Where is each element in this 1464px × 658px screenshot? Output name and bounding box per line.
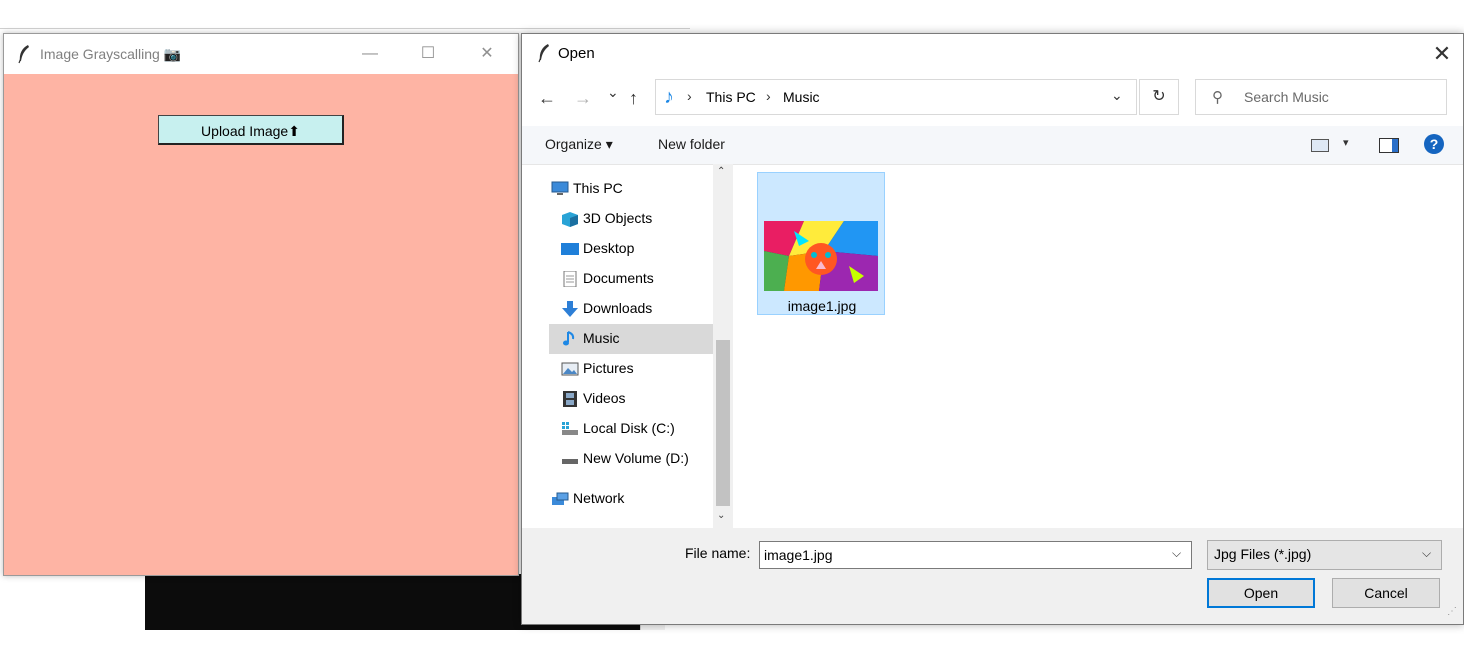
maximize-button[interactable]: ☐ <box>405 40 451 68</box>
nav-item-pictures[interactable]: Pictures <box>549 354 733 384</box>
preview-pane-icon[interactable] <box>1379 138 1399 153</box>
nav-item-label: Pictures <box>583 360 634 376</box>
dialog-toolbar: Organize ▾ New folder ▾ ? <box>522 126 1463 165</box>
tk-feather-icon <box>538 44 549 63</box>
music-note-icon: ♪ <box>664 86 674 108</box>
nav-item-documents[interactable]: Documents <box>549 264 733 294</box>
film-icon <box>563 391 577 407</box>
nav-item-label: Documents <box>583 270 654 286</box>
nav-item-label: Network <box>573 490 625 506</box>
search-input[interactable] <box>1244 85 1434 109</box>
address-dropdown-icon[interactable]: ⌄ <box>1111 87 1123 104</box>
network-icon <box>552 492 569 505</box>
picture-icon <box>561 362 579 376</box>
nav-item-3d-objects[interactable]: 3D Objects <box>549 204 733 234</box>
view-options-dropdown-icon[interactable]: ▾ <box>1343 136 1349 149</box>
nav-pane-scrollbar[interactable]: ⌃ ⌄ <box>713 164 733 528</box>
file-type-select[interactable]: Jpg Files (*.jpg) ⌵ <box>1207 540 1442 570</box>
nav-item-new-volume[interactable]: New Volume (D:) <box>549 444 733 474</box>
tk-app-window: Image Grayscalling 📷 — ☐ ✕ Upload Image⬆ <box>3 33 519 576</box>
breadcrumb-music[interactable]: Music <box>783 89 820 105</box>
nav-item-this-pc[interactable]: This PC <box>549 174 733 204</box>
nav-item-label: This PC <box>573 180 623 196</box>
change-view-icon[interactable] <box>1311 139 1329 152</box>
file-name-field-label: File name: <box>685 545 751 561</box>
dialog-close-button[interactable]: ✕ <box>1422 37 1462 71</box>
new-folder-button[interactable]: New folder <box>658 136 725 152</box>
nav-item-downloads[interactable]: Downloads <box>549 294 733 324</box>
drive-icon <box>562 422 578 435</box>
desktop-icon <box>561 243 579 255</box>
file-name-input[interactable] <box>764 545 1164 565</box>
file-name-combobox[interactable]: ⌵ <box>759 541 1192 569</box>
nav-item-label: 3D Objects <box>583 210 653 226</box>
tk-titlebar[interactable]: Image Grayscalling 📷 — ☐ ✕ <box>4 34 518 74</box>
tk-client-area: Upload Image⬆ <box>4 74 518 575</box>
recent-locations-chevron-icon[interactable]: ⌄ <box>607 84 619 101</box>
tk-window-title: Image Grayscalling 📷 <box>40 46 182 62</box>
nav-item-local-disk[interactable]: Local Disk (C:) <box>549 414 733 444</box>
nav-item-label: Local Disk (C:) <box>583 420 675 436</box>
nav-item-label: Downloads <box>583 300 653 316</box>
resize-grip-icon[interactable]: ⋰ <box>1447 606 1457 617</box>
breadcrumb-separator: › <box>687 88 692 104</box>
dialog-title: Open <box>558 45 595 62</box>
nav-item-network[interactable]: Network <box>549 484 733 514</box>
file-type-value: Jpg Files (*.jpg) <box>1214 546 1312 562</box>
nav-item-label: Videos <box>583 390 626 406</box>
up-arrow-icon[interactable]: ↑ <box>629 88 638 109</box>
breadcrumb-this-pc[interactable]: This PC <box>706 89 756 105</box>
search-box[interactable]: ⚲ <box>1195 79 1447 115</box>
scroll-down-chevron-icon[interactable]: ⌄ <box>717 510 725 521</box>
dialog-bottom-bar: File name: ⌵ Jpg Files (*.jpg) ⌵ Open Ca… <box>522 528 1463 624</box>
nav-item-label: New Volume (D:) <box>583 450 689 466</box>
search-icon: ⚲ <box>1212 89 1223 106</box>
refresh-button[interactable]: ↻ <box>1139 79 1179 115</box>
tk-feather-icon <box>18 45 29 64</box>
open-button[interactable]: Open <box>1207 578 1315 608</box>
nav-item-label: Desktop <box>583 240 635 256</box>
drive-icon <box>562 459 578 464</box>
close-button[interactable]: ✕ <box>464 40 510 68</box>
forward-arrow-icon[interactable]: → <box>574 88 592 109</box>
scroll-thumb[interactable] <box>716 340 730 506</box>
background-window-edge <box>0 28 690 29</box>
nav-item-label: Music <box>583 330 620 346</box>
image-thumbnail <box>764 221 878 291</box>
file-name-label: image1.jpg <box>787 298 857 314</box>
open-file-dialog: Open ✕ ← → ⌄ ↑ ♪ › This PC › Music ⌄ ↻ ⚲… <box>521 33 1464 625</box>
cube-icon <box>562 212 578 227</box>
nav-item-desktop[interactable]: Desktop <box>549 234 733 264</box>
breadcrumb-separator: › <box>766 88 771 104</box>
cancel-button[interactable]: Cancel <box>1332 578 1440 608</box>
download-arrow-icon <box>562 301 578 317</box>
address-bar[interactable]: ♪ › This PC › Music ⌄ <box>655 79 1137 115</box>
minimize-button[interactable]: — <box>347 40 393 68</box>
file-type-dropdown-icon[interactable]: ⌵ <box>1422 546 1431 561</box>
document-icon <box>563 271 577 287</box>
back-arrow-icon[interactable]: ← <box>538 88 556 109</box>
nav-item-videos[interactable]: Videos <box>549 384 733 414</box>
help-icon[interactable]: ? <box>1424 134 1444 154</box>
nav-item-music[interactable]: Music <box>549 324 733 354</box>
music-note-icon <box>563 331 575 346</box>
organize-menu-button[interactable]: Organize ▾ <box>545 136 613 153</box>
scroll-up-chevron-icon[interactable]: ⌃ <box>717 166 725 177</box>
navigation-pane: This PC 3D Objects Desktop Documents Dow… <box>549 164 733 528</box>
computer-icon <box>551 181 569 195</box>
upload-image-button[interactable]: Upload Image⬆ <box>158 115 344 145</box>
file-item-image1[interactable]: image1.jpg <box>757 172 885 315</box>
file-name-dropdown-icon[interactable]: ⌵ <box>1172 546 1181 561</box>
